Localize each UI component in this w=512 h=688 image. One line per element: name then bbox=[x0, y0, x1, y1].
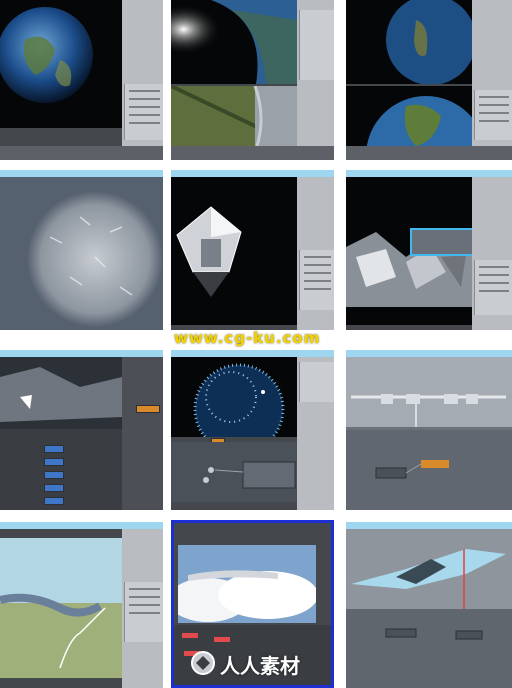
horizon-icon bbox=[171, 0, 297, 84]
viewport[interactable] bbox=[0, 0, 122, 128]
aircraft-landscape-tile bbox=[0, 522, 163, 688]
viewport-top[interactable] bbox=[346, 0, 472, 84]
node[interactable] bbox=[44, 445, 64, 453]
node-editor[interactable] bbox=[171, 442, 297, 502]
title-bar[interactable] bbox=[171, 350, 334, 357]
viewport[interactable] bbox=[171, 177, 297, 325]
aircraft-closeup-tile bbox=[346, 522, 512, 688]
properties-panel[interactable] bbox=[124, 84, 163, 140]
node[interactable] bbox=[44, 497, 64, 505]
node-editor[interactable] bbox=[346, 430, 512, 510]
viewport-top[interactable] bbox=[171, 0, 297, 84]
viewport[interactable] bbox=[346, 529, 512, 609]
node-editor[interactable] bbox=[346, 609, 512, 688]
viewport[interactable] bbox=[178, 545, 316, 623]
fragment-node-editor-tile bbox=[0, 350, 163, 510]
title-bar[interactable] bbox=[346, 522, 512, 529]
title-bar[interactable] bbox=[346, 350, 512, 357]
debris-sphere-icon bbox=[27, 191, 163, 327]
properties-panel[interactable] bbox=[474, 90, 512, 140]
earth-globe-icon bbox=[386, 0, 472, 84]
screenshot-grid: { "watermark": { "text": "www.cg-ku.com"… bbox=[0, 0, 512, 688]
earth-render-tile bbox=[0, 0, 163, 160]
title-bar[interactable] bbox=[0, 170, 163, 177]
properties-panel[interactable] bbox=[299, 10, 334, 80]
viewport[interactable] bbox=[0, 177, 163, 330]
node[interactable] bbox=[44, 471, 64, 479]
earth-split-view-tile bbox=[346, 0, 512, 160]
polyhedron-icon bbox=[176, 206, 242, 297]
timeline-bar[interactable] bbox=[0, 146, 163, 160]
properties-panel[interactable] bbox=[474, 260, 512, 315]
particle-globe-tile bbox=[171, 350, 334, 510]
earth-horizon-tile bbox=[171, 0, 334, 160]
properties-panel[interactable] bbox=[299, 362, 334, 402]
fragments-icon bbox=[0, 357, 122, 429]
title-bar[interactable] bbox=[0, 350, 163, 357]
timeline-bar[interactable] bbox=[346, 146, 512, 160]
title-bar[interactable] bbox=[171, 170, 334, 177]
terrain-icon bbox=[171, 86, 297, 146]
aircraft-wireframe-tile bbox=[346, 350, 512, 510]
viewport[interactable] bbox=[0, 538, 122, 678]
node-graph-icon bbox=[375, 460, 449, 479]
timeline-bar[interactable] bbox=[171, 146, 334, 160]
title-bar[interactable] bbox=[0, 522, 163, 529]
viewport[interactable] bbox=[171, 357, 297, 437]
side-panel bbox=[122, 357, 163, 510]
watermark-text: www.cg-ku.com bbox=[174, 329, 321, 347]
earth-globe-icon bbox=[366, 96, 472, 148]
viewport-bottom[interactable] bbox=[171, 86, 297, 146]
viewport[interactable] bbox=[0, 357, 122, 429]
viewport-bottom[interactable] bbox=[346, 86, 472, 148]
properties-panel[interactable] bbox=[299, 250, 334, 310]
node-graph-icon bbox=[385, 628, 483, 640]
circle-logo-icon bbox=[191, 651, 215, 675]
node-graph-icon bbox=[203, 461, 296, 489]
node[interactable] bbox=[44, 458, 64, 466]
landscape-icon bbox=[0, 538, 122, 678]
node[interactable] bbox=[44, 484, 64, 492]
viewport[interactable] bbox=[346, 357, 512, 427]
brand-text: 人人素材 bbox=[220, 654, 300, 678]
particle-globe-icon bbox=[193, 363, 285, 437]
clouds-icon bbox=[178, 545, 316, 623]
title-bar[interactable] bbox=[346, 170, 512, 177]
properties-panel[interactable] bbox=[124, 582, 163, 642]
aircraft-icon bbox=[351, 394, 506, 427]
glass-polyhedron-tile bbox=[171, 170, 334, 330]
debris-sphere-tile bbox=[0, 170, 163, 330]
aircraft-icon bbox=[351, 549, 506, 609]
node-orange[interactable] bbox=[136, 405, 160, 413]
shattered-fragments-tile bbox=[346, 170, 512, 330]
earth-globe-icon bbox=[0, 7, 93, 103]
